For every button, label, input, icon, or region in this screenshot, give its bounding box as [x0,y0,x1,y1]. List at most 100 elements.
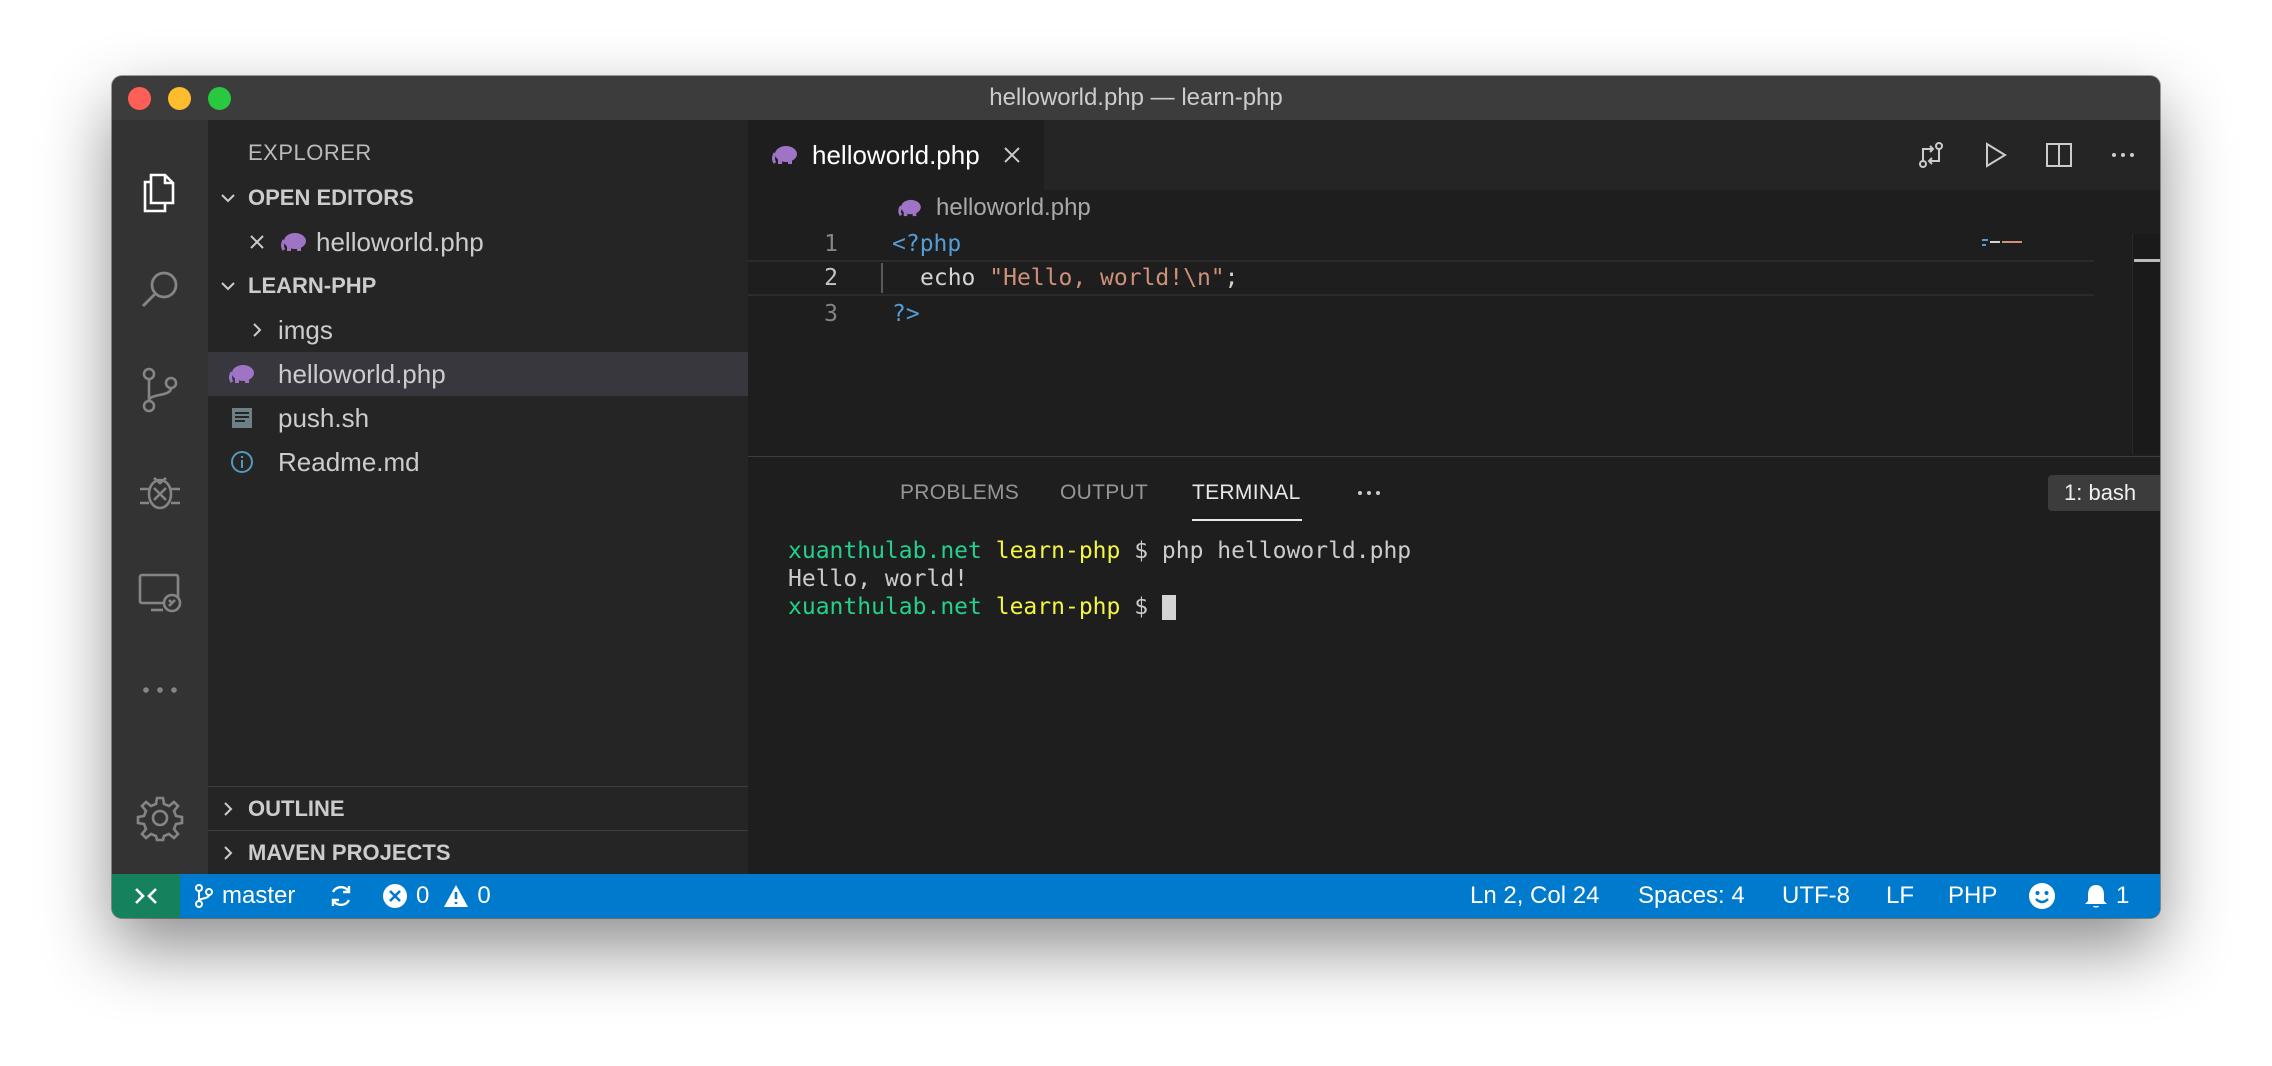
debug-icon[interactable] [134,466,186,518]
explorer-title: EXPLORER [248,140,372,165]
php-elephant-icon [772,145,798,165]
breadcrumb-file: helloworld.php [936,194,1091,221]
status-bar: master 0 0 Ln 2, Col 24 Spaces: 4 UTF-8 … [112,874,2160,918]
learn-php-label: LEARN-PHP [248,273,377,298]
more-icon[interactable] [134,664,186,716]
window-title: helloworld.php — learn-php [989,84,1283,111]
open-editor-item[interactable]: helloworld.php [208,220,748,264]
run-icon[interactable] [1978,138,2012,172]
indent-guide [881,263,883,293]
tab-label: helloworld.php [812,139,980,170]
outline-header[interactable]: OUTLINE [208,786,748,831]
chevron-down-icon [208,277,248,295]
tree-item-label: helloworld.php [278,358,446,389]
split-editor-icon[interactable] [2042,138,2076,172]
editor-tab-bar: helloworld.php [748,120,2160,190]
notifications-status[interactable]: 1 [2084,874,2129,918]
active-tab-indicator [1192,519,1302,521]
indentation-status[interactable]: Spaces: 4 [1638,874,1745,918]
code-editor[interactable]: 1 <?php 2 echo "Hello, world!\n"; 3 ?> [748,226,2160,456]
sync-icon [328,883,354,909]
tab-problems[interactable]: PROBLEMS [900,481,1019,505]
chevron-right-icon [208,800,248,818]
panel-more-icon[interactable] [1354,481,1384,505]
compare-changes-icon[interactable] [1914,138,1948,172]
bell-icon [2084,883,2108,909]
terminal-select-value: 1: bash [2064,480,2137,505]
php-elephant-icon [280,232,308,252]
php-elephant-icon [898,199,922,217]
learn-php-header[interactable]: LEARN-PHP [208,264,748,308]
branch-label: master [222,882,296,909]
close-icon[interactable] [1002,145,1022,165]
maven-projects-header[interactable]: MAVEN PROJECTS [208,830,748,875]
maven-projects-label: MAVEN PROJECTS [248,840,451,865]
editor-actions [1914,138,2140,172]
line-number: 1 [824,231,838,257]
files-icon[interactable] [134,166,186,218]
bottom-panel: PROBLEMS OUTPUT TERMINAL 1: bash xuanthu… [748,456,2160,875]
editor-scrollbar[interactable] [2132,234,2160,454]
tree-item-label: imgs [278,314,333,345]
ellipsis-icon[interactable] [2106,138,2140,172]
tree-item-label: push.sh [278,402,370,433]
code-text: <?php [892,231,962,257]
branch-icon [194,884,214,908]
terminal-select[interactable]: 1: bash [2048,475,2160,511]
close-icon[interactable] [244,233,270,251]
breadcrumb[interactable]: helloworld.php [748,190,1091,226]
open-editors-label: OPEN EDITORS [248,185,414,210]
eol-status[interactable]: LF [1886,874,1914,918]
language-mode[interactable]: PHP [1948,874,1997,918]
title-bar: helloworld.php — learn-php [112,76,2160,120]
remote-explorer-icon[interactable] [134,566,186,618]
chevron-right-icon [208,844,248,862]
sync-button[interactable] [328,874,354,918]
warning-icon [443,884,469,908]
tab-output[interactable]: OUTPUT [1060,481,1148,505]
search-icon[interactable] [134,264,186,316]
remote-icon[interactable] [112,874,180,918]
scrollbar-cursor-marker [2134,259,2160,262]
code-text: echo "Hello, world!\n"; [920,265,1239,291]
terminal-cursor [1161,594,1176,620]
tab-helloworld[interactable]: helloworld.php [748,120,1044,190]
vscode-window: helloworld.php — learn-php EXPLORER OPEN… [112,76,2160,918]
code-line: 3 ?> [748,296,2094,332]
error-icon [382,883,408,909]
branch-status[interactable]: master [194,874,295,918]
maximize-window-button[interactable] [208,87,231,110]
minimap[interactable] [1982,234,2034,246]
terminal-line: xuanthulab.net learn-php $ [788,593,1411,621]
terminal-output[interactable]: xuanthulab.net learn-php $ php helloworl… [788,537,1411,621]
activity-bar [112,120,208,874]
tab-terminal[interactable]: TERMINAL [1192,481,1301,505]
source-control-icon[interactable] [134,364,186,416]
window-controls [128,87,231,110]
tree-item-imgs[interactable]: imgs [208,308,748,352]
code-line-current: 2 echo "Hello, world!\n"; [748,260,2094,296]
php-elephant-icon [228,364,256,384]
chevron-right-icon [246,321,268,339]
notification-count: 1 [2116,882,2130,909]
problems-status[interactable]: 0 0 [382,874,491,918]
code-text: ?> [892,301,920,327]
gear-icon[interactable] [134,792,186,844]
smiley-icon [2028,882,2056,910]
terminal-line: xuanthulab.net learn-php $ php helloworl… [788,538,1412,564]
tree-item-readme[interactable]: Readme.md [208,440,748,484]
feedback-button[interactable] [2028,874,2056,918]
tree-item-helloworld[interactable]: helloworld.php [208,352,748,396]
code-line: 1 <?php [748,226,2094,262]
error-count: 0 [416,882,430,909]
cursor-position[interactable]: Ln 2, Col 24 [1470,874,1599,918]
open-editors-header[interactable]: OPEN EDITORS [208,176,748,220]
info-icon [228,450,256,474]
line-number: 2 [824,265,838,291]
close-window-button[interactable] [128,87,151,110]
encoding-status[interactable]: UTF-8 [1782,874,1850,918]
tree-item-push-sh[interactable]: push.sh [208,396,748,440]
minimize-window-button[interactable] [168,87,191,110]
explorer-sidebar: EXPLORER OPEN EDITORS helloworld.php LEA… [208,120,748,874]
warning-count: 0 [477,882,491,909]
